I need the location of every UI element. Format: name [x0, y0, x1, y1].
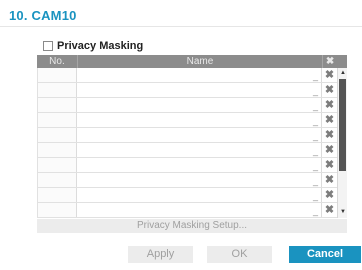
row-no-cell [37, 128, 77, 142]
name-edit-marker: _ [312, 101, 318, 111]
row-name-field[interactable]: _ [77, 203, 322, 217]
row-name-field[interactable]: _ [77, 128, 322, 142]
name-edit-marker: _ [312, 161, 318, 171]
delete-row-icon[interactable]: ✖ [322, 68, 337, 82]
table-row: _ ✖ [37, 128, 337, 143]
delete-row-icon[interactable]: ✖ [322, 143, 337, 157]
apply-button[interactable]: Apply [128, 246, 193, 263]
row-no-cell [37, 203, 77, 217]
row-no-cell [37, 173, 77, 187]
row-name-field[interactable]: _ [77, 83, 322, 97]
table-row: _ ✖ [37, 68, 337, 83]
name-edit-marker: _ [312, 116, 318, 126]
row-no-cell [37, 113, 77, 127]
name-edit-marker: _ [312, 146, 318, 156]
dialog-title: 10. CAM10 [9, 8, 77, 23]
delete-row-icon[interactable]: ✖ [322, 173, 337, 187]
scroll-up-icon[interactable]: ▲ [339, 69, 347, 78]
name-edit-marker: _ [312, 191, 318, 201]
table-rows: _ ✖ _ ✖ _ ✖ _ ✖ _ ✖ _ ✖ _ ✖ _ ✖ _ ✖ _ ✖ [37, 68, 337, 218]
row-name-field[interactable]: _ [77, 158, 322, 172]
row-name-field[interactable]: _ [77, 98, 322, 112]
row-name-field[interactable]: _ [77, 143, 322, 157]
cancel-button[interactable]: Cancel [289, 246, 361, 263]
column-header-spacer [337, 55, 347, 68]
scroll-down-icon[interactable]: ▼ [339, 208, 347, 217]
camera-dialog: 10. CAM10 Privacy Masking No. Name ✖ _ ✖… [0, 0, 362, 270]
column-header-delete-icon: ✖ [325, 56, 335, 67]
row-no-cell [37, 83, 77, 97]
row-no-cell [37, 98, 77, 112]
name-edit-marker: _ [312, 176, 318, 186]
row-name-field[interactable]: _ [77, 113, 322, 127]
table-row: _ ✖ [37, 188, 337, 203]
name-edit-marker: _ [312, 86, 318, 96]
table-row: _ ✖ [37, 173, 337, 188]
delete-row-icon[interactable]: ✖ [322, 203, 337, 217]
table-body: _ ✖ _ ✖ _ ✖ _ ✖ _ ✖ _ ✖ _ ✖ _ ✖ _ ✖ _ ✖ … [37, 68, 347, 218]
name-edit-marker: _ [312, 71, 318, 81]
row-name-field[interactable]: _ [77, 188, 322, 202]
table-row: _ ✖ [37, 83, 337, 98]
privacy-masking-toggle[interactable]: Privacy Masking [43, 40, 143, 52]
delete-row-icon[interactable]: ✖ [322, 158, 337, 172]
delete-row-icon[interactable]: ✖ [322, 128, 337, 142]
table-header: No. Name ✖ [37, 55, 347, 68]
delete-row-icon[interactable]: ✖ [322, 188, 337, 202]
delete-row-icon[interactable]: ✖ [322, 98, 337, 112]
scroll-thumb[interactable] [339, 79, 346, 171]
table-scrollbar[interactable]: ▲ ▼ [337, 68, 347, 218]
table-row: _ ✖ [37, 113, 337, 128]
row-no-cell [37, 68, 77, 82]
table-row: _ ✖ [37, 143, 337, 158]
column-header-name: Name [78, 55, 324, 68]
row-name-field[interactable]: _ [77, 68, 322, 82]
privacy-masking-checkbox[interactable] [43, 41, 53, 51]
name-edit-marker: _ [312, 206, 318, 216]
table-row: _ ✖ [37, 203, 337, 218]
row-no-cell [37, 188, 77, 202]
row-name-field[interactable]: _ [77, 173, 322, 187]
ok-button[interactable]: OK [207, 246, 272, 263]
delete-row-icon[interactable]: ✖ [322, 113, 337, 127]
table-row: _ ✖ [37, 158, 337, 173]
privacy-masking-setup-button[interactable]: Privacy Masking Setup... [37, 219, 347, 233]
name-edit-marker: _ [312, 131, 318, 141]
column-header-no: No. [37, 55, 78, 68]
title-divider [0, 26, 362, 27]
row-no-cell [37, 143, 77, 157]
row-no-cell [37, 158, 77, 172]
privacy-masking-label: Privacy Masking [57, 40, 144, 52]
table-row: _ ✖ [37, 98, 337, 113]
delete-row-icon[interactable]: ✖ [322, 83, 337, 97]
mask-table: No. Name ✖ _ ✖ _ ✖ _ ✖ _ ✖ _ ✖ _ ✖ _ ✖ _… [37, 55, 347, 218]
